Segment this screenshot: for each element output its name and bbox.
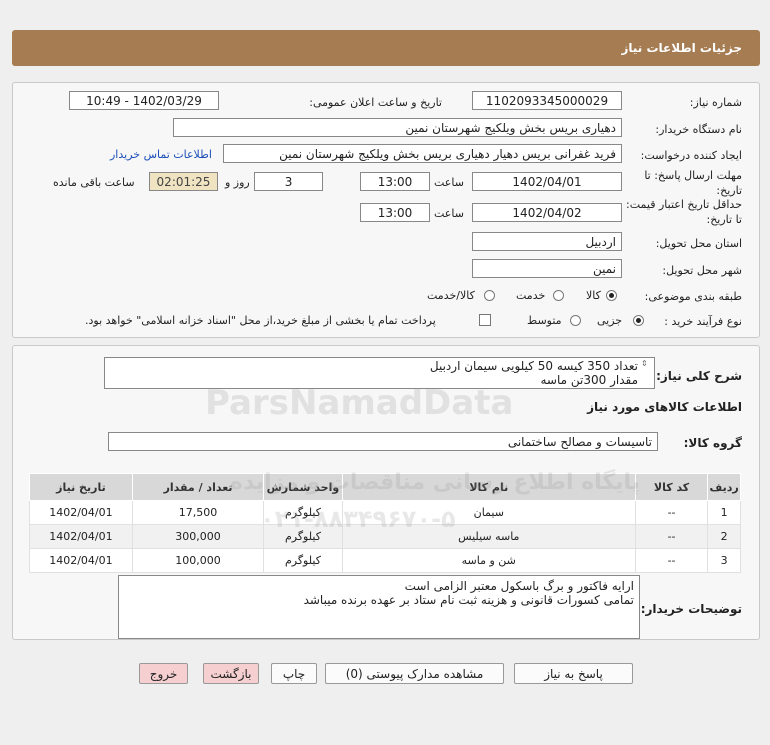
col-unit: واحد شمارش [263, 473, 343, 501]
goods-group-field[interactable]: تاسیسات و مصالح ساختمانی [108, 432, 658, 451]
creator-label: ایجاد کننده درخواست: [640, 149, 742, 162]
col-row-number: ردیف [707, 473, 741, 501]
price-validity-label: حداقل تاریخ اعتبار قیمت: تا تاریخ: [626, 198, 742, 226]
col-item-code: کد کالا [634, 473, 709, 501]
table-row[interactable]: 3 -- شن و ماسه کیلوگرم 100,000 1402/04/0… [29, 548, 741, 573]
cell-quantity: 17,500 [131, 500, 265, 525]
page-header: جزئیات اطلاعات نیاز [12, 30, 760, 66]
reply-date-field[interactable]: 1402/04/01 [472, 172, 622, 191]
description-textarea[interactable]: تعداد 350 کیسه 50 کیلویی سیمان اردبیل مق… [104, 357, 655, 389]
price-date-field[interactable]: 1402/04/02 [472, 203, 622, 222]
cell-item-code: -- [634, 524, 709, 549]
remaining-time-field: 02:01:25 [149, 172, 218, 191]
days-field[interactable]: 3 [254, 172, 323, 191]
goods-table-header: ردیف کد کالا نام کالا واحد شمارش تعداد /… [29, 473, 741, 501]
process-option-medium: متوسط [527, 314, 562, 327]
description-label: شرح کلی نیاز: [656, 369, 742, 383]
category-label: طبقه بندی موضوعی: [644, 290, 742, 303]
reply-time-label: ساعت [434, 176, 464, 189]
price-time-field[interactable]: 13:00 [360, 203, 430, 222]
cell-item-name: شن و ماسه [341, 548, 636, 573]
days-label: روز و [225, 176, 250, 189]
col-need-date: تاریخ نیاز [29, 473, 133, 501]
reply-deadline-label: مهلت ارسال پاسخ: تا تاریخ: [644, 169, 742, 197]
col-item-name: نام کالا [341, 473, 636, 501]
buyer-contact-link[interactable]: اطلاعات تماس خریدار [110, 148, 212, 161]
need-number-field[interactable]: 1102093345000029 [472, 91, 622, 110]
col-quantity: تعداد / مقدار [131, 473, 265, 501]
buyer-notes-line-2: تمامی کسورات قانونی و هزینه ثبت نام ستاد… [303, 593, 634, 607]
scroll-arrows-icon[interactable]: ⇕ [641, 359, 648, 368]
cell-unit: کیلوگرم [263, 548, 343, 573]
goods-group-label: گروه کالا: [683, 436, 742, 450]
cell-need-date: 1402/04/01 [29, 548, 133, 573]
cell-quantity: 100,000 [131, 548, 265, 573]
reply-time-field[interactable]: 13:00 [360, 172, 430, 191]
cell-row-number: 2 [707, 524, 741, 549]
goods-table: ردیف کد کالا نام کالا واحد شمارش تعداد /… [29, 473, 741, 573]
category-radio-goods-service[interactable] [484, 290, 495, 301]
price-time-label: ساعت [434, 207, 464, 220]
category-option-service: خدمت [516, 289, 546, 302]
announce-datetime-label: تاریخ و ساعت اعلان عمومی: [309, 96, 442, 109]
category-option-goods-service: کالا/خدمت [427, 289, 475, 302]
cell-item-name: ماسه سیلیس [341, 524, 636, 549]
cell-row-number: 1 [707, 500, 741, 525]
category-radio-service[interactable] [553, 290, 564, 301]
buyer-notes-line-1: ارایه فاکتور و برگ باسکول معتبر الزامی ا… [404, 579, 634, 593]
cell-need-date: 1402/04/01 [29, 524, 133, 549]
cell-unit: کیلوگرم [263, 500, 343, 525]
description-line-2: مقدار 300تن ماسه [540, 373, 638, 387]
creator-field[interactable]: فرید غفرانی بریس دهیار دهیاری بریس بخش و… [223, 144, 622, 163]
exit-button[interactable]: خروج [139, 663, 188, 684]
city-label: شهر محل تحویل: [662, 264, 742, 277]
cell-quantity: 300,000 [131, 524, 265, 549]
treasury-payment-note: پرداخت تمام یا بخشی از مبلغ خرید،از محل … [85, 314, 436, 327]
cell-item-name: سیمان [341, 500, 636, 525]
cell-need-date: 1402/04/01 [29, 500, 133, 525]
table-row[interactable]: 1 -- سیمان کیلوگرم 17,500 1402/04/01 [29, 500, 741, 525]
process-radio-minor[interactable] [633, 315, 644, 326]
cell-unit: کیلوگرم [263, 524, 343, 549]
buyer-notes-label: توضیحات خریدار: [640, 602, 742, 616]
category-option-goods: کالا [586, 289, 601, 302]
province-label: استان محل تحویل: [655, 237, 742, 250]
need-number-label: شماره نیاز: [689, 96, 742, 109]
process-option-minor: جزیی [597, 314, 623, 327]
process-type-label: نوع فرآیند خرید : [664, 315, 742, 328]
view-attachments-button[interactable]: مشاهده مدارک پیوستی (0) [325, 663, 504, 684]
print-button[interactable]: چاپ [271, 663, 317, 684]
treasury-payment-checkbox[interactable] [479, 314, 491, 326]
buyer-notes-textarea[interactable]: ارایه فاکتور و برگ باسکول معتبر الزامی ا… [118, 575, 640, 639]
page-title: جزئیات اطلاعات نیاز [621, 41, 742, 55]
category-radio-goods[interactable] [606, 290, 617, 301]
process-radio-medium[interactable] [570, 315, 581, 326]
cell-item-code: -- [634, 500, 709, 525]
announce-datetime-field[interactable]: 1402/03/29 - 10:49 [69, 91, 219, 110]
back-button[interactable]: بازگشت [203, 663, 259, 684]
city-field[interactable]: نمین [472, 259, 622, 278]
cell-item-code: -- [634, 548, 709, 573]
reply-button[interactable]: پاسخ به نیاز [514, 663, 633, 684]
table-row[interactable]: 2 -- ماسه سیلیس کیلوگرم 300,000 1402/04/… [29, 524, 741, 549]
remaining-time-label: ساعت باقی مانده [53, 176, 135, 189]
description-line-1: تعداد 350 کیسه 50 کیلویی سیمان اردبیل [429, 359, 638, 373]
province-field[interactable]: اردبیل [472, 232, 622, 251]
buyer-org-field[interactable]: دهیاری بریس بخش ویلکیج شهرستان نمین [173, 118, 622, 137]
goods-section-title: اطلاعات کالاهای مورد نیاز [587, 400, 742, 414]
cell-row-number: 3 [707, 548, 741, 573]
buyer-org-label: نام دستگاه خریدار: [655, 123, 742, 136]
